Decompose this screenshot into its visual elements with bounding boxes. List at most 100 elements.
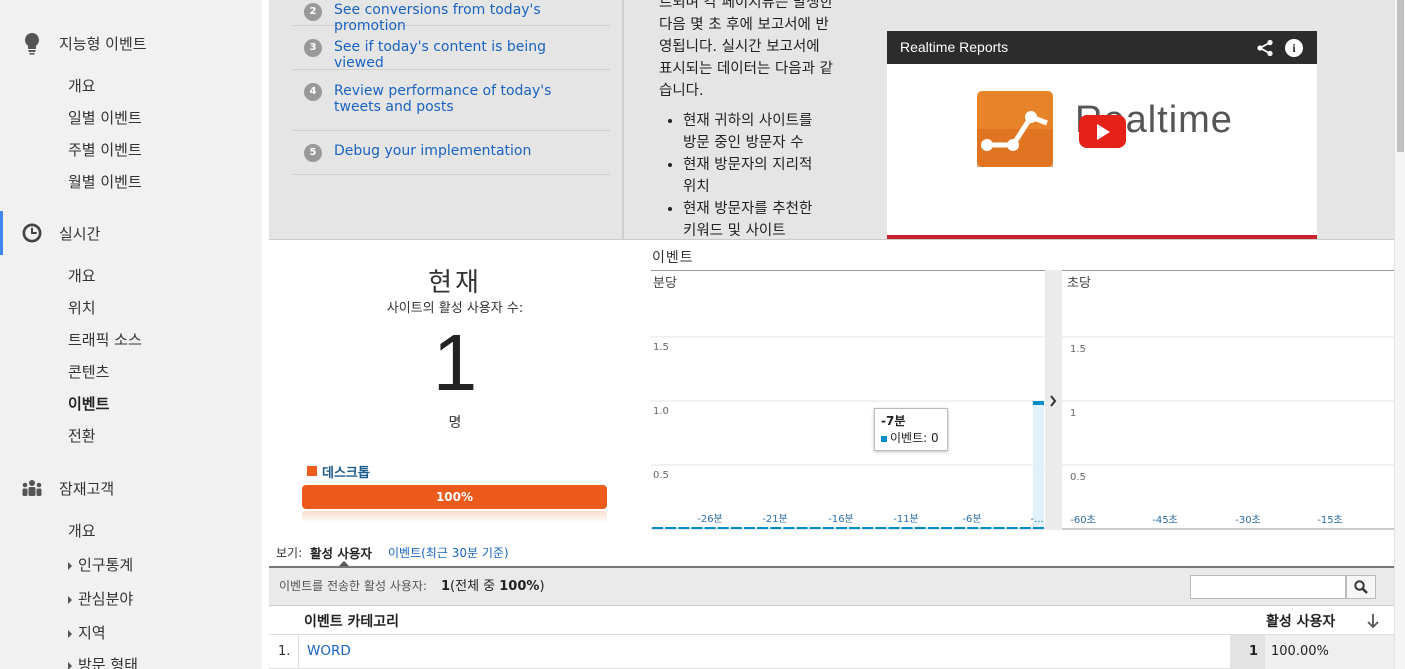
sidebar-item-daily-events[interactable]: 일별 이벤트 xyxy=(68,107,142,128)
realtime-logo xyxy=(977,91,1053,167)
bar-baseline xyxy=(940,527,953,529)
sidebar-item-traffic-sources[interactable]: 트래픽 소스 xyxy=(68,329,142,350)
play-icon[interactable] xyxy=(1079,115,1126,148)
video-player[interactable]: Realtime Reports i Realtime xyxy=(887,31,1317,239)
sidebar-section-label: 실시간 xyxy=(59,224,101,243)
bar xyxy=(1032,401,1044,405)
realtime-description: 트되며 각 페이지뷰는 발생한 다음 몇 초 후에 보고서에 반 영됩니다. 실… xyxy=(659,0,849,239)
people-icon xyxy=(22,480,42,496)
bar-baseline xyxy=(993,527,1005,529)
step-number: 4 xyxy=(304,83,322,101)
x-tick-label: -21분 xyxy=(762,513,788,525)
video-title[interactable]: Realtime Reports xyxy=(900,39,1008,55)
bar-baseline xyxy=(770,527,782,529)
intro-step[interactable]: 4 Review performance of today's tweets a… xyxy=(292,70,610,131)
description-bullet: 현재 귀하의 사이트를방문 중인 방문자 수 xyxy=(683,110,849,154)
row-event-category-link[interactable]: WORD xyxy=(307,643,351,659)
step-link[interactable]: Debug your implementation xyxy=(334,143,594,159)
row-active-users: 1 xyxy=(1230,635,1265,669)
bar-baseline xyxy=(796,527,808,529)
per-second-x-ticks: -60초 -45초 -30초 -15초 xyxy=(1070,514,1343,526)
sidebar-item-conversions[interactable]: 전환 xyxy=(68,425,96,446)
chart-tooltip: -7분 이벤트: 0 xyxy=(874,408,948,451)
tooltip-swatch xyxy=(881,435,887,442)
description-bullet: 현재 방문자를 추천한키워드 및 사이트 xyxy=(683,198,849,239)
caret-right-icon xyxy=(68,595,72,604)
table-search-button[interactable] xyxy=(1346,575,1376,599)
caret-right-icon xyxy=(68,561,72,570)
table-search-input[interactable] xyxy=(1190,575,1346,599)
sidebar-section-realtime[interactable]: 실시간 xyxy=(0,211,262,255)
per-second-y-ticks: 1.5 1 0.5 xyxy=(1070,344,1086,483)
tooltip-value: 이벤트: 0 xyxy=(890,431,939,445)
bar-baseline xyxy=(691,527,703,529)
intro-step[interactable]: 5 Debug your implementation xyxy=(292,131,610,175)
realtime-intro-panel: 2 See conversions from today's promotion… xyxy=(269,0,1394,240)
sidebar-item-audience-overview[interactable]: 개요 xyxy=(68,520,96,541)
y-tick-label: 0.5 xyxy=(653,470,669,481)
scrollbar-thumb[interactable] xyxy=(1397,0,1404,152)
now-title: 현재 xyxy=(428,268,482,298)
caret-right-icon xyxy=(68,661,72,669)
lightbulb-icon xyxy=(25,33,39,55)
bar-baseline xyxy=(927,527,939,529)
sidebar-item-demographics[interactable]: 인구통계 xyxy=(68,554,133,575)
y-tick-label: 1.5 xyxy=(653,342,669,353)
bar-baseline xyxy=(704,527,716,529)
step-number: 2 xyxy=(304,3,322,21)
x-tick-label: -45초 xyxy=(1152,514,1178,526)
sidebar-item-interests[interactable]: 관심분야 xyxy=(68,588,133,609)
description-line: 영됩니다. 실시간 보고서에 xyxy=(659,39,820,55)
filter-label: 이벤트를 전송한 활성 사용자: xyxy=(279,579,427,593)
sidebar-item-behavior[interactable]: 방문 형태 xyxy=(68,654,138,669)
bar-baseline xyxy=(862,527,874,529)
per-second-header: 초당 xyxy=(1067,276,1091,291)
row-number: 1. xyxy=(269,635,299,669)
column-header-active-users[interactable]: 활성 사용자 xyxy=(1266,611,1335,631)
sidebar-item-geo[interactable]: 지역 xyxy=(68,622,106,643)
table-header: 이벤트 카테고리 활성 사용자 xyxy=(269,606,1394,635)
sidebar-item-monthly-events[interactable]: 월별 이벤트 xyxy=(68,171,142,192)
y-tick-label: 1.0 xyxy=(653,406,669,417)
x-tick-label: -26분 xyxy=(697,513,723,525)
per-minute-grid xyxy=(651,336,1045,530)
view-tab-events-30min[interactable]: 이벤트(최근 30분 기준) xyxy=(388,544,509,561)
intro-step[interactable]: 3 See if today's content is being viewed xyxy=(292,26,610,71)
video-progress-bar[interactable] xyxy=(887,235,1317,239)
device-share-reflection xyxy=(302,511,607,523)
sidebar-item-weekly-events[interactable]: 주별 이벤트 xyxy=(68,139,142,160)
sidebar-section-intelligence-events[interactable]: 지능형 이벤트 xyxy=(0,21,262,65)
step-number: 5 xyxy=(304,144,322,162)
page-scrollbar[interactable] xyxy=(1394,0,1405,669)
bar-baseline xyxy=(652,527,664,529)
sidebar-item-realtime-overview[interactable]: 개요 xyxy=(68,265,96,286)
view-tab-active-users[interactable]: 활성 사용자 xyxy=(310,543,372,562)
bar-baseline xyxy=(954,527,966,529)
sidebar-item-label: 인구통계 xyxy=(78,556,134,574)
info-icon[interactable]: i xyxy=(1285,39,1303,57)
bar-baseline xyxy=(849,527,861,529)
step-link[interactable]: Review performance of today's tweets and… xyxy=(334,83,594,115)
x-tick-label: -... xyxy=(1030,514,1043,525)
sidebar: 지능형 이벤트 개요 일별 이벤트 주별 이벤트 월별 이벤트 실시간 개요 위… xyxy=(0,0,262,669)
view-label: 보기: xyxy=(276,546,303,560)
intro-step[interactable]: 2 See conversions from today's promotion xyxy=(292,0,610,34)
device-share-bar[interactable]: 100% xyxy=(302,485,607,509)
step-link[interactable]: See if today's content is being viewed xyxy=(334,39,594,71)
sidebar-section-audience[interactable]: 잠재고객 xyxy=(0,466,262,510)
search-icon xyxy=(1354,580,1368,594)
sidebar-item-events[interactable]: 이벤트 xyxy=(68,393,109,414)
bar-baseline xyxy=(757,527,769,529)
column-header-event-category[interactable]: 이벤트 카테고리 xyxy=(304,611,399,631)
bar-baseline xyxy=(717,527,729,529)
x-tick-label: -30초 xyxy=(1235,514,1261,526)
sort-descending-icon[interactable] xyxy=(1366,613,1380,629)
x-tick-label: -6분 xyxy=(962,513,981,525)
bar-baseline xyxy=(809,527,821,529)
sidebar-item-locations[interactable]: 위치 xyxy=(68,297,96,318)
sidebar-item-intel-overview[interactable]: 개요 xyxy=(68,75,96,96)
share-icon[interactable] xyxy=(1256,39,1274,57)
bar-baseline xyxy=(967,527,979,529)
bar-baseline xyxy=(980,527,992,529)
sidebar-item-content[interactable]: 콘텐츠 xyxy=(68,361,109,382)
